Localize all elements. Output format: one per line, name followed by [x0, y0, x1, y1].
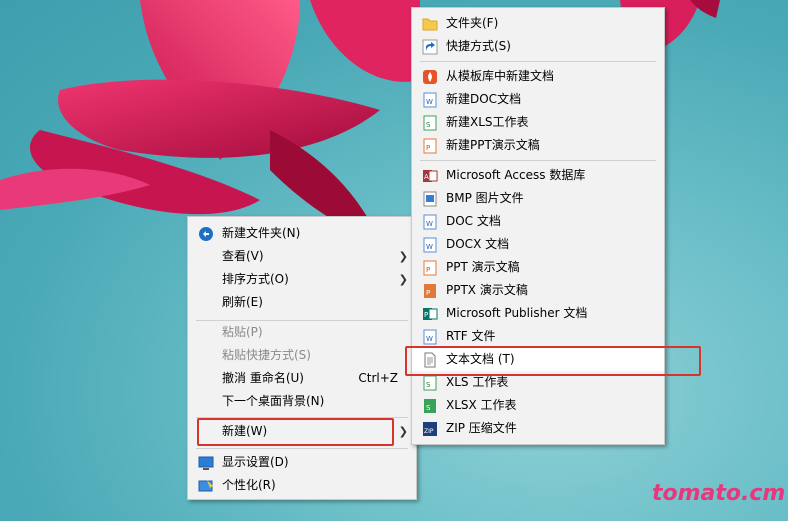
docx-icon: W	[422, 237, 438, 253]
menu-separator	[196, 448, 408, 449]
highlight-box	[405, 346, 701, 376]
svg-text:A: A	[424, 173, 429, 181]
menu-item-label: XLSX 工作表	[446, 398, 517, 412]
submenu-item-shortcut[interactable]: 快捷方式(S)	[412, 35, 664, 58]
submenu-item-new-ppt[interactable]: P 新建PPT演示文稿	[412, 134, 664, 157]
menu-item-label: DOC 文档	[446, 214, 501, 228]
menu-item-label: PPT 演示文稿	[446, 260, 520, 274]
menu-item-label: 新建PPT演示文稿	[446, 138, 540, 152]
submenu-item-zip[interactable]: ZIP ZIP 压缩文件	[412, 417, 664, 440]
menu-item-label: 新建文件夹(N)	[222, 226, 301, 240]
svg-text:W: W	[426, 98, 433, 106]
submenu-item-doc[interactable]: W DOC 文档	[412, 210, 664, 233]
menu-item-label: 新建DOC文档	[446, 92, 522, 106]
doc-icon: W	[422, 214, 438, 230]
submenu-item-publisher[interactable]: P Microsoft Publisher 文档	[412, 302, 664, 325]
submenu-item-bmp[interactable]: BMP 图片文件	[412, 187, 664, 210]
publisher-icon: P	[422, 306, 438, 322]
menu-item-label: 文件夹(F)	[446, 16, 499, 30]
xls-icon: S	[422, 115, 438, 131]
chevron-right-icon: ❯	[398, 425, 408, 438]
new-submenu: 文件夹(F) 快捷方式(S) 从模板库中新建文档 W 新建DOC文档 S 新建X…	[405, 7, 701, 445]
submenu-item-access[interactable]: A Microsoft Access 数据库	[412, 164, 664, 187]
menu-item-undo-rename[interactable]: 撤消 重命名(U) Ctrl+Z	[188, 367, 416, 390]
submenu-item-pptx[interactable]: P PPTX 演示文稿	[412, 279, 664, 302]
menu-item-label: 快捷方式(S)	[446, 39, 511, 53]
menu-item-paste-shortcut: 粘贴快捷方式(S)	[188, 344, 416, 367]
menu-item-label: 个性化(R)	[222, 478, 276, 492]
menu-item-label: Microsoft Publisher 文档	[446, 306, 588, 320]
menu-item-label: BMP 图片文件	[446, 191, 524, 205]
svg-text:S: S	[426, 404, 431, 412]
menu-item-label: Microsoft Access 数据库	[446, 168, 586, 182]
menu-item-label: 查看(V)	[222, 249, 264, 263]
svg-text:W: W	[426, 220, 433, 228]
menu-item-label: 显示设置(D)	[222, 455, 289, 469]
svg-text:W: W	[426, 335, 433, 343]
menu-item-label: RTF 文件	[446, 329, 496, 343]
menu-item-label: 粘贴快捷方式(S)	[222, 348, 311, 362]
menu-item-label: 下一个桌面背景(N)	[222, 394, 325, 408]
menu-item-label: 排序方式(O)	[222, 272, 289, 286]
menu-item-refresh[interactable]: 刷新(E)	[188, 291, 416, 314]
access-icon: A	[422, 168, 438, 184]
menu-item-label: DOCX 文档	[446, 237, 510, 251]
svg-text:P: P	[424, 311, 428, 319]
desktop-context-menu: 新建文件夹(N) 查看(V) ❯ 排序方式(O) ❯ 刷新(E) 粘贴(P) 粘…	[187, 216, 417, 500]
menu-item-new-folder[interactable]: 新建文件夹(N)	[188, 222, 416, 245]
submenu-item-template[interactable]: 从模板库中新建文档	[412, 65, 664, 88]
menu-separator	[420, 160, 656, 161]
watermark: tomato.cm	[652, 481, 786, 506]
bmp-icon	[422, 191, 438, 207]
ppt-icon: P	[422, 260, 438, 276]
menu-separator	[420, 61, 656, 62]
svg-text:S: S	[426, 381, 431, 389]
template-icon	[422, 69, 438, 85]
zip-icon: ZIP	[422, 421, 438, 437]
ppt-icon: P	[422, 138, 438, 154]
chevron-right-icon: ❯	[398, 273, 408, 286]
menu-item-personalize[interactable]: 个性化(R)	[188, 474, 416, 497]
display-settings-icon	[198, 455, 214, 471]
pptx-icon: P	[422, 283, 438, 299]
menu-item-sort[interactable]: 排序方式(O) ❯	[188, 268, 416, 291]
menu-item-label: 粘贴(P)	[222, 325, 263, 339]
svg-text:P: P	[426, 289, 430, 297]
menu-item-paste: 粘贴(P)	[188, 321, 416, 344]
menu-item-display-settings[interactable]: 显示设置(D)	[188, 451, 416, 474]
submenu-item-new-xls[interactable]: S 新建XLS工作表	[412, 111, 664, 134]
xls-icon: S	[422, 375, 438, 391]
submenu-item-docx[interactable]: W DOCX 文档	[412, 233, 664, 256]
svg-text:ZIP: ZIP	[424, 428, 434, 435]
submenu-item-new-doc[interactable]: W 新建DOC文档	[412, 88, 664, 111]
new-folder-icon	[198, 226, 214, 242]
menu-item-view[interactable]: 查看(V) ❯	[188, 245, 416, 268]
rtf-icon: W	[422, 329, 438, 345]
submenu-item-ppt[interactable]: P PPT 演示文稿	[412, 256, 664, 279]
menu-item-label: 从模板库中新建文档	[446, 69, 555, 83]
submenu-item-xlsx[interactable]: S XLSX 工作表	[412, 394, 664, 417]
svg-text:P: P	[426, 266, 430, 274]
menu-item-label: 刷新(E)	[222, 295, 263, 309]
svg-text:S: S	[426, 121, 431, 129]
menu-item-label: 撤消 重命名(U)	[222, 371, 304, 385]
menu-item-shortcut: Ctrl+Z	[358, 371, 398, 385]
folder-icon	[422, 16, 438, 32]
svg-text:P: P	[426, 144, 430, 152]
chevron-right-icon: ❯	[398, 250, 408, 263]
shortcut-icon	[422, 39, 438, 55]
menu-item-next-background[interactable]: 下一个桌面背景(N)	[188, 390, 416, 413]
doc-icon: W	[422, 92, 438, 108]
personalize-icon	[198, 478, 214, 494]
svg-text:W: W	[426, 243, 433, 251]
menu-item-label: PPTX 演示文稿	[446, 283, 528, 297]
menu-item-label: ZIP 压缩文件	[446, 421, 517, 435]
highlight-box	[197, 418, 394, 446]
submenu-item-rtf[interactable]: W RTF 文件	[412, 325, 664, 348]
submenu-item-folder[interactable]: 文件夹(F)	[412, 12, 664, 35]
menu-item-label: 新建XLS工作表	[446, 115, 529, 129]
xlsx-icon: S	[422, 398, 438, 414]
